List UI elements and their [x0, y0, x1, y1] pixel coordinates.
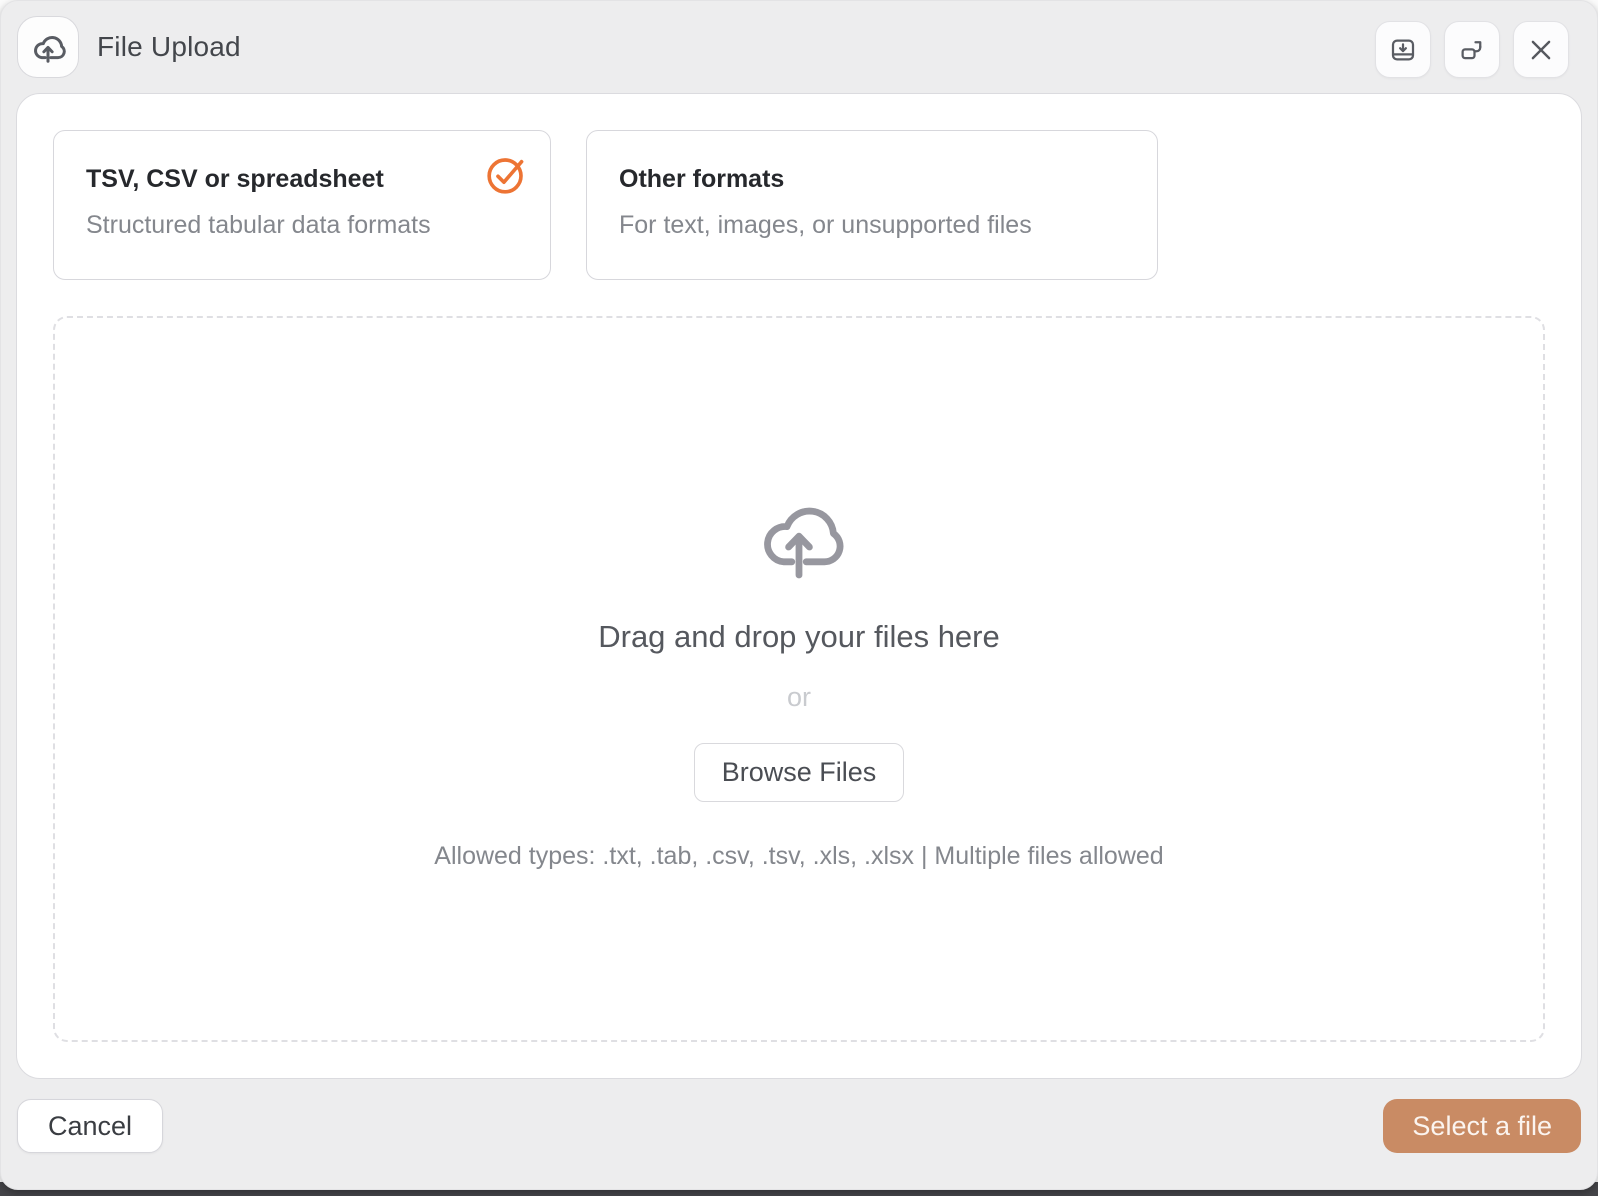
format-option-title: Other formats — [619, 165, 785, 193]
browse-files-button[interactable]: Browse Files — [693, 743, 905, 802]
dialog-icon-badge — [17, 16, 79, 78]
dialog-content-panel: TSV, CSV or spreadsheet Structured tabul… — [16, 93, 1582, 1079]
close-button[interactable] — [1513, 21, 1569, 78]
dropzone-or-separator: or — [786, 682, 811, 712]
cancel-button[interactable]: Cancel — [17, 1099, 164, 1153]
cloud-upload-icon — [29, 28, 67, 66]
dropzone[interactable]: Drag and drop your files here or Browse … — [53, 316, 1545, 1042]
format-option-other[interactable]: Other formats For text, images, or unsup… — [586, 130, 1158, 280]
download-button[interactable] — [1375, 21, 1431, 78]
allowed-types-text: Allowed types: .txt, .tab, .csv, .tsv, .… — [434, 842, 1164, 870]
titlebar-actions — [1375, 21, 1569, 78]
format-option-subtitle: For text, images, or unsupported files — [619, 211, 1032, 239]
dialog-titlebar: File Upload — [1, 1, 1597, 93]
format-options: TSV, CSV or spreadsheet Structured tabul… — [53, 130, 1545, 280]
dialog-title: File Upload — [97, 31, 241, 62]
dialog-footer: Cancel Select a file — [17, 1099, 1581, 1153]
format-option-title: TSV, CSV or spreadsheet — [86, 165, 384, 193]
format-option-subtitle: Structured tabular data formats — [86, 211, 431, 239]
select-file-button[interactable]: Select a file — [1383, 1099, 1581, 1153]
format-option-tabular[interactable]: TSV, CSV or spreadsheet Structured tabul… — [53, 130, 551, 280]
cloud-upload-icon — [749, 487, 849, 583]
popout-icon — [1457, 35, 1487, 65]
close-icon — [1526, 35, 1556, 65]
check-circle-icon — [484, 151, 530, 197]
popout-button[interactable] — [1444, 21, 1500, 78]
download-icon — [1388, 35, 1418, 65]
dropzone-heading: Drag and drop your files here — [598, 619, 1000, 654]
file-upload-dialog: File Upload TSV, CSV or spreadsheet Stru… — [0, 0, 1598, 1190]
